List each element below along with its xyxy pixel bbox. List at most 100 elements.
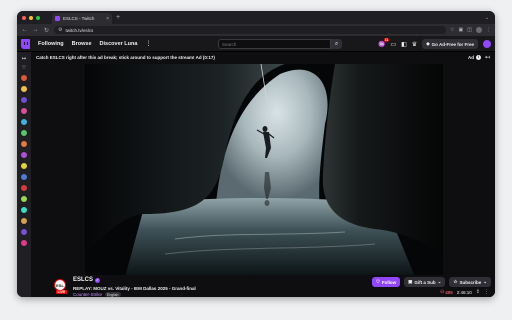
whispers-icon[interactable]: ◧ (401, 41, 407, 48)
viewer-count-text: 405 (445, 289, 453, 295)
more-options-icon[interactable]: ⋮ (484, 289, 489, 295)
language-tag[interactable]: English (105, 292, 121, 297)
sidebar-channel-avatar[interactable] (20, 228, 28, 236)
info-icon[interactable]: i (475, 54, 481, 60)
heart-icon: ♡ (375, 279, 380, 284)
close-tab-icon[interactable]: × (106, 16, 109, 22)
browser-menu-icon[interactable]: ⋮ (486, 27, 491, 33)
nav-following[interactable]: Following (38, 41, 64, 47)
heart-icon: ♡ (21, 65, 27, 71)
browser-toolbar-icons: ☆ ▣ ◫ ⋮ (450, 27, 491, 33)
follow-button[interactable]: ♡ Follow (371, 277, 401, 287)
chevron-down-icon: ⌄ (483, 279, 487, 284)
nav-right-icons: ♒ 11 ▭ ◧ ♛ ◆ Go Ad-Free for Free (378, 37, 491, 49)
search-input[interactable] (218, 39, 331, 49)
sidebar-channel-avatar[interactable] (20, 162, 28, 170)
search-bar: ⌕ (218, 39, 342, 49)
person-icon: ⚇ (440, 289, 445, 294)
uptime: 2:46:10 (456, 289, 472, 295)
follow-label: Follow (381, 279, 397, 285)
nav-discover-luna[interactable]: Discover Luna (100, 41, 138, 47)
collapse-chat-icon[interactable]: ↤ (485, 54, 490, 61)
channel-name: ESLCS ✓ (73, 277, 101, 283)
maximize-window-button[interactable] (36, 15, 40, 20)
sidebar-channel-avatar[interactable] (20, 96, 28, 104)
game-link[interactable]: Counter-Strike (73, 292, 102, 297)
sidebar-channel-avatar[interactable] (20, 239, 28, 247)
crown-icon[interactable]: ♛ (412, 41, 417, 48)
sidebar-channel-avatar[interactable] (20, 151, 28, 159)
subscribe-label: Subscribe (459, 279, 482, 285)
stream-title: REPLAY: MOUZ vs. Vitality - IEM Dallas 2… (73, 286, 196, 291)
bookmark-star-icon[interactable]: ☆ (450, 27, 454, 33)
sidebar-channel-avatar[interactable] (20, 74, 28, 82)
sidebar-channel-avatar[interactable] (20, 184, 28, 192)
gift-sub-button[interactable]: ▣ Gift a Sub ⌄ (404, 277, 446, 287)
back-button[interactable]: ← (21, 27, 28, 33)
twitch-top-nav: Following Browse Discover Luna ⋮ ⌕ ♒11 ▭… (17, 36, 495, 52)
address-bar-row: ← → ↻ ⚙ twitch.tv/eslcs ☆ ▣ ◫ ⋮ (17, 24, 495, 36)
sidebar-channel-avatar[interactable] (20, 173, 28, 181)
sidebar-channel-avatar[interactable] (20, 85, 28, 93)
extensions-icon[interactable]: ▣ (459, 27, 464, 33)
site-info-icon[interactable]: ⚙ (58, 27, 62, 33)
inbox-icon[interactable]: ▭ (390, 41, 396, 48)
stream-stats: ⚇ 405 2:46:10 ⇪ ⋮ (440, 289, 489, 295)
user-menu-avatar[interactable] (483, 40, 491, 48)
browser-window: ESLCS - Twitch × + ⌄ ← → ↻ ⚙ twitch.tv/e… (17, 11, 495, 297)
chevron-down-icon: ⌄ (437, 279, 442, 284)
ad-free-button[interactable]: ◆ Go Ad-Free for Free (422, 39, 478, 49)
more-menu-icon[interactable]: ⋮ (145, 40, 151, 47)
tab-search-chevron-icon[interactable]: ⌄ (485, 15, 489, 21)
channel-info-bar: ESL LIVE ESLCS ✓ REPLAY: MOUZ vs. Vitali… (31, 275, 495, 297)
tab-title: ESLCS - Twitch (63, 16, 95, 21)
subscribe-button[interactable]: ☆ Subscribe ⌄ (449, 277, 491, 287)
followed-channels-sidebar: ↦ ♡ (17, 52, 31, 297)
sidebar-channel-avatar[interactable] (20, 217, 28, 225)
viewer-count: ⚇ 405 (440, 289, 453, 295)
twitch-logo-icon[interactable] (21, 38, 30, 49)
url-field[interactable]: ⚙ twitch.tv/eslcs (54, 26, 447, 34)
sidebar-channel-avatar[interactable] (20, 140, 28, 148)
main-content: Catch ESLCS right after this ad break; s… (31, 52, 495, 297)
video-player[interactable] (85, 64, 443, 277)
twitch-favicon-icon (55, 16, 60, 21)
window-controls (22, 15, 40, 20)
minimize-window-button[interactable] (29, 15, 33, 20)
channel-avatar-text: ESL (56, 282, 64, 288)
sidebar-channel-avatar[interactable] (20, 195, 28, 203)
share-icon[interactable]: ⇪ (476, 289, 480, 295)
expand-sidebar-icon[interactable]: ↦ (22, 56, 26, 62)
sidebar-channel-avatar[interactable] (20, 129, 28, 137)
notifications-icon[interactable]: ♒ 11 (378, 37, 390, 48)
ad-label: Ad i (467, 54, 481, 60)
forward-button[interactable]: → (32, 27, 39, 33)
sidebar-avatar-list (20, 74, 28, 247)
channel-name-text[interactable]: ESLCS (73, 277, 93, 283)
tab-strip: ESLCS - Twitch × + ⌄ (17, 11, 495, 24)
ad-free-label: Go Ad-Free for Free (431, 41, 474, 47)
sidebar-channel-avatar[interactable] (20, 107, 28, 115)
live-badge: LIVE (56, 290, 67, 294)
ad-banner-text: Catch ESLCS right after this ad break; s… (36, 54, 215, 60)
verified-check-icon: ✓ (95, 277, 101, 283)
ad-label-text: Ad (467, 54, 474, 60)
sidepanel-icon[interactable]: ◫ (467, 27, 472, 33)
new-tab-button[interactable]: + (116, 14, 120, 21)
star-icon: ☆ (453, 279, 458, 284)
nav-browse[interactable]: Browse (72, 41, 92, 47)
sidebar-channel-avatar[interactable] (20, 118, 28, 126)
search-icon[interactable]: ⌕ (331, 39, 342, 49)
profile-avatar[interactable] (476, 27, 482, 33)
game-row: Counter-Strike English (73, 292, 121, 297)
ad-banner: Catch ESLCS right after this ad break; s… (31, 52, 495, 62)
sidebar-channel-avatar[interactable] (20, 206, 28, 214)
gem-icon: ◆ (426, 41, 430, 46)
close-window-button[interactable] (22, 15, 26, 20)
gift-label: Gift a Sub (414, 279, 436, 285)
browser-tab[interactable]: ESLCS - Twitch × (52, 13, 112, 24)
reload-button[interactable]: ↻ (43, 27, 50, 34)
channel-actions: ♡ Follow ▣ Gift a Sub ⌄ ☆ Subscribe ⌄ (371, 277, 491, 287)
url-text: twitch.tv/eslcs (65, 27, 94, 33)
gift-icon: ▣ (408, 279, 413, 284)
